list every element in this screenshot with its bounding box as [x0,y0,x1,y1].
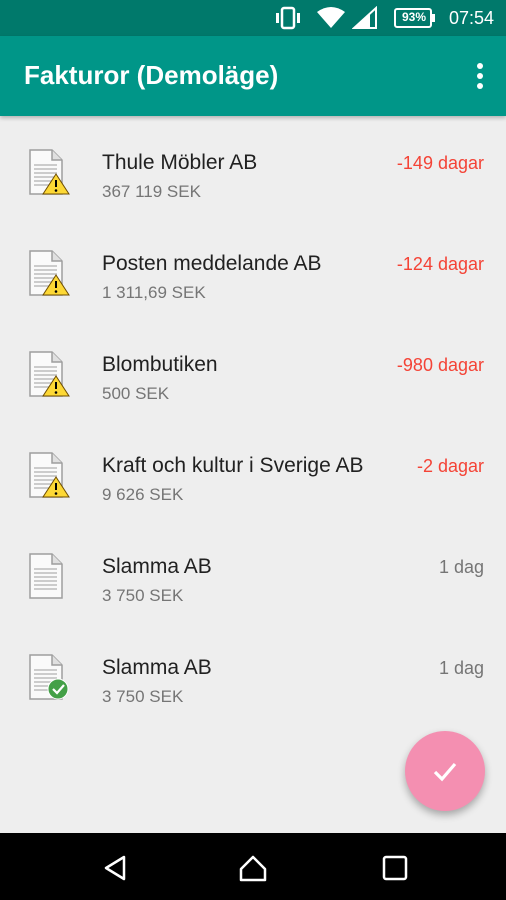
document-warning-icon [29,250,70,296]
document-warning-icon [29,149,70,195]
invoice-amount: 3 750 SEK [102,586,184,605]
invoice-name: Slamma AB [102,656,212,679]
wifi-icon [317,7,345,28]
check-icon [433,762,457,782]
invoice-due: 1 dag [438,557,484,577]
invoice-name: Thule Möbler AB [102,151,258,174]
invoice-name: Posten meddelande AB [102,252,322,275]
invoice-row[interactable]: Blombutiken 500 SEK -980 dagar [0,318,506,419]
invoice-due: -149 dagar [396,153,484,173]
invoice-due: -2 dagar [416,456,484,476]
invoice-row[interactable]: Slamma AB 3 750 SEK 1 dag [0,520,506,621]
invoice-amount: 9 626 SEK [102,485,184,504]
app-bar: Fakturor (Demoläge) [0,36,506,116]
document-paid-icon [29,654,69,700]
battery-level: 93% [401,10,427,24]
invoice-list: Thule Möbler AB 367 119 SEK -149 dagar Post… [0,116,506,722]
recents-icon[interactable] [380,853,410,883]
invoice-row[interactable]: Posten meddelande AB 1 311,69 SEK -124 dag… [0,217,506,318]
invoice-name: Slamma AB [102,555,212,578]
vibrate-icon [276,6,300,30]
invoice-due: 1 dag [438,658,484,678]
signal-icon [352,6,377,29]
invoice-name: Kraft och kultur i Sverige AB [102,454,364,477]
invoice-amount: 1 311,69 SEK [102,283,206,302]
status-bar: 93% 07:54 [0,0,506,36]
document-warning-icon [29,452,70,498]
navigation-bar [0,833,506,900]
document-icon [29,553,63,599]
document-warning-icon [29,351,70,397]
invoice-due: -124 dagar [396,254,484,274]
back-icon[interactable] [100,853,130,883]
invoice-row[interactable]: Slamma AB 3 750 SEK 1 dag [0,621,506,722]
invoice-amount: 367 119 SEK [102,182,201,201]
invoice-row[interactable]: Thule Möbler AB 367 119 SEK -149 dagar [0,116,506,217]
clock: 07:54 [448,8,494,28]
invoice-row[interactable]: Kraft och kultur i Sverige AB 9 626 SEK -2… [0,419,506,520]
page-title: Fakturor (Demoläge) [24,60,279,90]
invoice-amount: 500 SEK [102,384,170,403]
invoice-due: -980 dagar [396,355,484,375]
invoice-amount: 3 750 SEK [102,687,184,706]
home-icon[interactable] [238,853,268,883]
invoice-name: Blombutiken [102,353,218,376]
more-vert-icon[interactable] [474,62,486,90]
fab-check-button[interactable] [405,731,485,811]
